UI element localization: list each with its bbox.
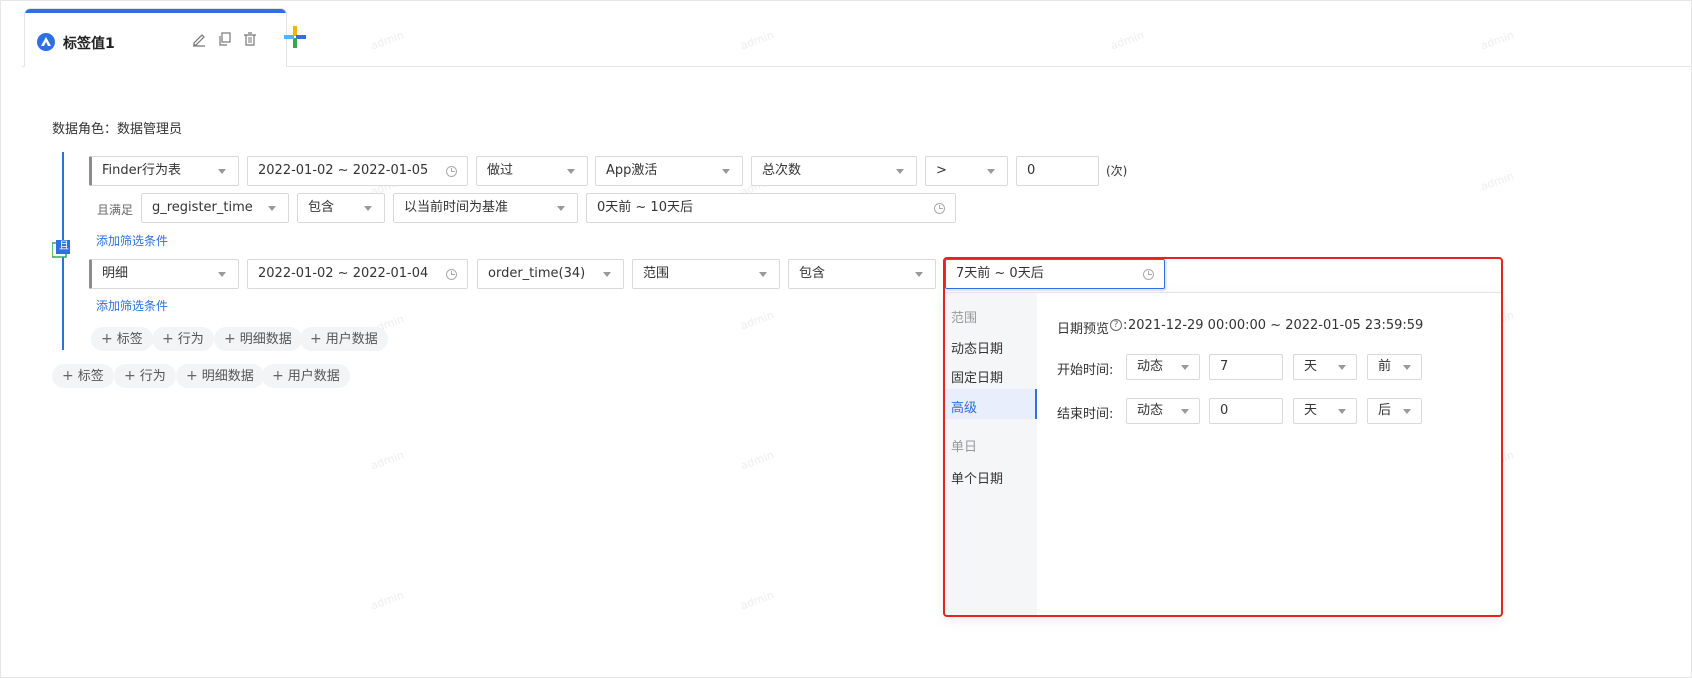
clock-icon: [934, 203, 945, 214]
tab-tag-value-1[interactable]: 标签值1: [24, 8, 287, 67]
source-select-1[interactable]: Finder行为表: [89, 156, 239, 186]
op-select[interactable]: 包含: [788, 259, 936, 289]
add-detail-chip-outer[interactable]: + 明细数据: [176, 364, 264, 388]
add-filter-link-2[interactable]: 添加筛选条件: [96, 297, 168, 314]
verb-select[interactable]: 做过: [476, 156, 588, 186]
clock-icon: [446, 269, 457, 280]
add-tag-chip-inner[interactable]: + 标签: [91, 327, 153, 351]
filter-op-select[interactable]: 包含: [297, 193, 385, 223]
add-filter-link-1[interactable]: 添加筛选条件: [96, 232, 168, 249]
date-range-input-2[interactable]: 2022-01-02 ~ 2022-01-04: [247, 259, 468, 289]
unit-label: (次): [1106, 164, 1128, 178]
date-range-input-1[interactable]: 2022-01-02 ~ 2022-01-05: [247, 156, 468, 186]
copy-icon[interactable]: [217, 31, 235, 49]
data-role: 数据角色：数据管理员: [52, 118, 182, 137]
delete-icon[interactable]: [242, 31, 260, 49]
add-user-data-chip-outer[interactable]: + 用户数据: [262, 364, 350, 388]
add-tag-chip-outer[interactable]: + 标签: [52, 364, 114, 388]
app-logo-icon: [37, 33, 55, 51]
add-tab-icon[interactable]: [284, 26, 306, 48]
tab-title: 标签值1: [63, 36, 115, 52]
filter-range-input[interactable]: 0天前 ~ 10天后: [586, 193, 956, 223]
source-select-2[interactable]: 明细: [89, 259, 239, 289]
and-label: 且: [59, 241, 69, 252]
filter-field-select[interactable]: g_register_time: [141, 193, 289, 223]
add-behavior-chip-inner[interactable]: + 行为: [152, 327, 214, 351]
add-user-data-chip-inner[interactable]: + 用户数据: [300, 327, 388, 351]
filter-prefix: 且满足: [97, 203, 134, 217]
highlight-box: [943, 257, 1503, 617]
add-detail-chip-inner[interactable]: + 明细数据: [214, 327, 302, 351]
add-behavior-chip-outer[interactable]: + 行为: [114, 364, 176, 388]
event-select[interactable]: App激活: [595, 156, 743, 186]
operator-select[interactable]: >: [925, 156, 1008, 186]
and-badge[interactable]: 且: [51, 240, 70, 258]
type-select[interactable]: 范围: [632, 259, 780, 289]
field-select[interactable]: order_time(34): [477, 259, 624, 289]
clock-icon: [446, 166, 457, 177]
data-role-label: 数据角色：: [52, 122, 118, 137]
filter-base-select[interactable]: 以当前时间为基准: [393, 193, 578, 223]
data-role-value: 数据管理员: [117, 122, 183, 137]
tab-active-bar: [25, 9, 286, 13]
value-input[interactable]: 0: [1016, 156, 1099, 186]
metric-select[interactable]: 总次数: [751, 156, 917, 186]
edit-icon[interactable]: [191, 31, 209, 49]
